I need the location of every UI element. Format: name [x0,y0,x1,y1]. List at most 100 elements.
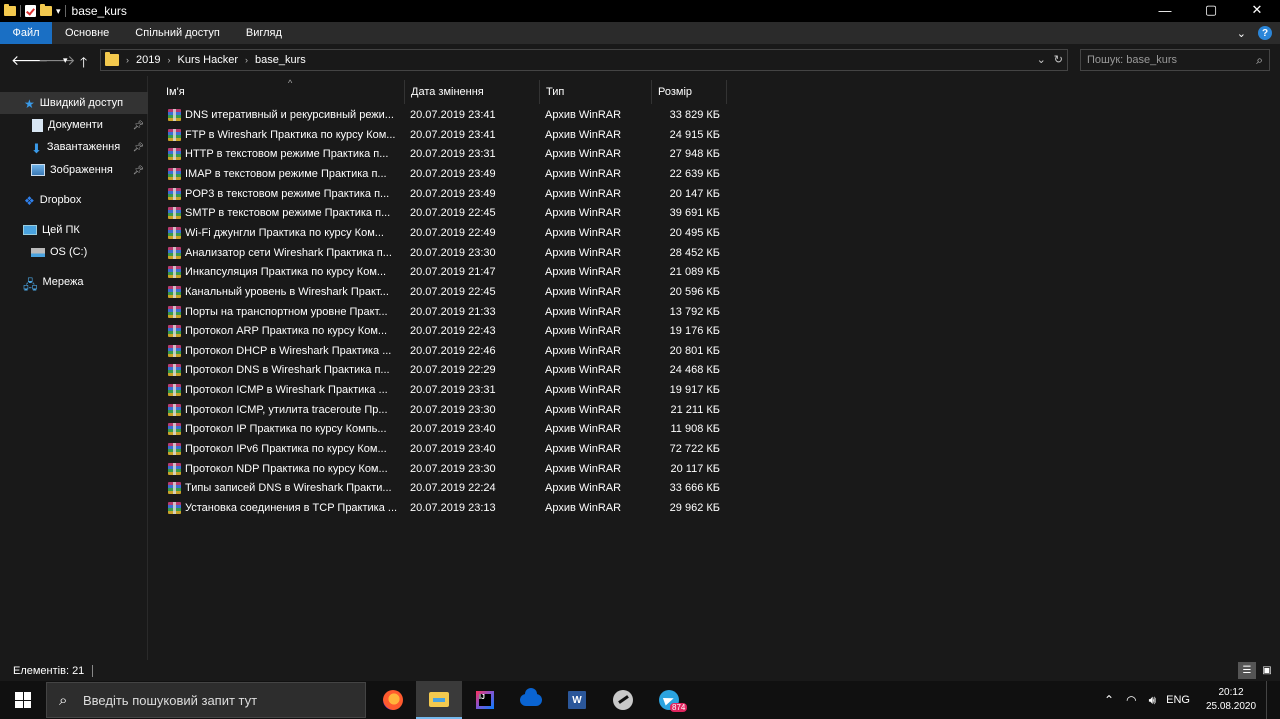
chevron-right-icon[interactable]: › [126,55,129,65]
address-bar[interactable]: › 2019 › Kurs Hacker › base_kurs ⌄ ↻ [100,49,1068,71]
up-arrow-icon[interactable]: 🡑 [80,52,87,76]
table-row[interactable]: Протокол ICMP в Wireshark Практика ... 20… [165,381,725,401]
table-row[interactable]: Протокол NDP Практика по курсу Ком... 20.… [165,460,725,480]
taskbar-search-placeholder: Введіть пошуковий запит тут [83,692,258,708]
refresh-icon[interactable]: ↻ [1054,53,1063,66]
winrar-archive-icon [168,482,181,495]
details-view-icon[interactable]: ☰ [1238,662,1256,679]
system-tray: ⌃ ◠ 🔊︎ ENG 20:12 25.08.2020 [1098,681,1280,719]
search-icon[interactable]: ⌕ [1256,53,1263,68]
folder-icon[interactable] [4,4,16,16]
pin-icon[interactable]: 📌︎ [133,142,144,153]
sidebar-item-label: Зображення [50,164,113,176]
table-row[interactable]: HTTP в текстовом режиме Практика п... 20.… [165,145,725,165]
file-name: Протокол ARP Практика по курсу Ком... [185,325,388,338]
properties-icon[interactable] [25,5,36,17]
table-row[interactable]: FTP в Wireshark Практика по курсу Ком...… [165,126,725,146]
file-date: 20.07.2019 21:33 [410,305,496,318]
taskbar-onedrive[interactable] [508,681,554,719]
new-folder-icon[interactable] [40,4,52,16]
table-row[interactable]: Установка соединения в TCP Практика ... 2… [165,499,725,519]
language-indicator[interactable]: ENG [1166,694,1190,706]
tab-home[interactable]: Основне [52,22,122,44]
pin-icon[interactable]: 📌︎ [133,165,144,176]
winrar-archive-icon [168,109,181,121]
speaker-icon[interactable]: 🔊︎ [1149,693,1157,708]
table-row[interactable]: Протокол IP Практика по курсу Компь... 20… [165,420,725,440]
table-row[interactable]: Протокол IPv6 Практика по курсу Ком... 20… [165,440,725,460]
tab-share[interactable]: Спільний доступ [122,22,233,44]
table-row[interactable]: POP3 в текстовом режиме Практика п... 20.… [165,185,725,205]
pin-icon[interactable]: 📌︎ [133,120,144,131]
file-size: 20 801 КБ [669,344,720,357]
table-row[interactable]: Протокол ARP Практика по курсу Ком... 20.… [165,322,725,342]
taskbar-word[interactable]: W [554,681,600,719]
file-date: 20.07.2019 22:45 [410,207,496,220]
sidebar-item-quick-access[interactable]: ★ Швидкий доступ [0,92,148,114]
minimize-button[interactable]: — [1142,0,1188,20]
close-button[interactable]: ✕ [1234,0,1280,20]
recent-locations-icon[interactable]: ▾ [63,55,68,66]
clock[interactable]: 20:12 25.08.2020 [1198,686,1264,714]
show-desktop-button[interactable] [1266,681,1280,719]
large-icons-view-icon[interactable]: ▣ [1258,662,1276,679]
column-header-date[interactable]: Дата змінення [405,80,540,104]
divider [20,5,21,17]
table-row[interactable]: Протокол ICMP, утилита traceroute Пр... 2… [165,401,725,421]
column-header-name[interactable]: Ім'я ^ [160,78,405,104]
sidebar-item-documents[interactable]: Документи 📌︎ [0,114,148,136]
sidebar-item-drive-c[interactable]: OS (C:) [0,241,148,263]
chevron-right-icon[interactable]: › [167,55,170,65]
table-row[interactable]: Порты на транспортном уровне Практ... 20.… [165,303,725,323]
column-header-size[interactable]: Розмір [652,80,727,104]
file-type: Архив WinRAR [545,187,622,200]
wifi-icon[interactable]: ◠ [1126,693,1136,707]
start-button[interactable] [0,681,46,719]
search-input[interactable]: Пошук: base_kurs ⌕ [1080,49,1270,71]
chevron-right-icon[interactable]: › [245,55,248,65]
sidebar-item-downloads[interactable]: ⬇ Завантаження 📌︎ [0,136,148,158]
sidebar-item-network[interactable]: 🖧︎ Мережа [0,271,148,293]
table-row[interactable]: Типы записей DNS в Wireshark Практи... 20… [165,479,725,499]
expand-ribbon-icon[interactable]: ⌄ [1237,27,1246,40]
taskbar-search-input[interactable]: ⌕ Введіть пошуковий запит тут [46,682,366,718]
winrar-archive-icon [168,502,181,514]
taskbar-intellij[interactable] [462,681,508,719]
forward-arrow-icon[interactable]: 🡒 [38,52,76,69]
chevron-down-icon[interactable]: ⌄ [1037,53,1046,66]
taskbar-telegram[interactable]: 874 [646,681,692,719]
maximize-button[interactable]: ▢ [1188,0,1234,20]
table-row[interactable]: Wi-Fi джунгли Практика по курсу Ком... 20… [165,224,725,244]
help-icon[interactable]: ? [1258,26,1272,40]
table-row[interactable]: Анализатор сети Wireshark Практика п... 2… [165,244,725,264]
table-row[interactable]: IMAP в текстовом режиме Практика п... 20.… [165,165,725,185]
winrar-archive-icon [168,364,181,377]
file-name: Канальный уровень в Wireshark Практ... [185,285,389,298]
breadcrumb-base-kurs[interactable]: base_kurs [255,54,306,66]
table-row[interactable]: Канальный уровень в Wireshark Практ... 20… [165,283,725,303]
winrar-archive-icon [168,226,181,239]
breadcrumb-kurs-hacker[interactable]: Kurs Hacker [177,54,238,66]
table-row[interactable]: Инкапсуляция Практика по курсу Ком... 20.… [165,263,725,283]
sidebar-item-this-pc[interactable]: Цей ПК [0,219,148,241]
tab-file[interactable]: Файл [0,22,52,44]
table-row[interactable]: DNS итеративный и рекурсивный режи... 20.… [165,106,725,126]
taskbar-file-explorer[interactable] [416,681,462,719]
taskbar-arc[interactable] [600,681,646,719]
chevron-up-icon[interactable]: ⌃ [1104,693,1114,707]
sidebar-item-pictures[interactable]: Зображення 📌︎ [0,159,148,181]
sidebar-item-dropbox[interactable]: ❖ Dropbox [0,189,148,211]
onedrive-icon [520,688,542,706]
file-list: Ім'я ^ Дата змінення Тип Розмір DNS итер… [149,76,1280,660]
taskbar-firefox[interactable] [370,681,416,719]
column-header-type[interactable]: Тип [540,80,652,104]
file-date: 20.07.2019 23:49 [410,167,496,180]
tab-view[interactable]: Вигляд [233,22,295,44]
table-row[interactable]: Протокол DNS в Wireshark Практика п... 20… [165,361,725,381]
customize-toolbar-icon[interactable]: ▾ [56,6,61,17]
breadcrumb-2019[interactable]: 2019 [136,54,160,66]
winrar-archive-icon [168,246,181,259]
file-name: Протокол NDP Практика по курсу Ком... [185,462,388,475]
table-row[interactable]: Протокол DHCP в Wireshark Практика ... 20… [165,342,725,362]
table-row[interactable]: SMTP в текстовом режиме Практика п... 20.… [165,204,725,224]
